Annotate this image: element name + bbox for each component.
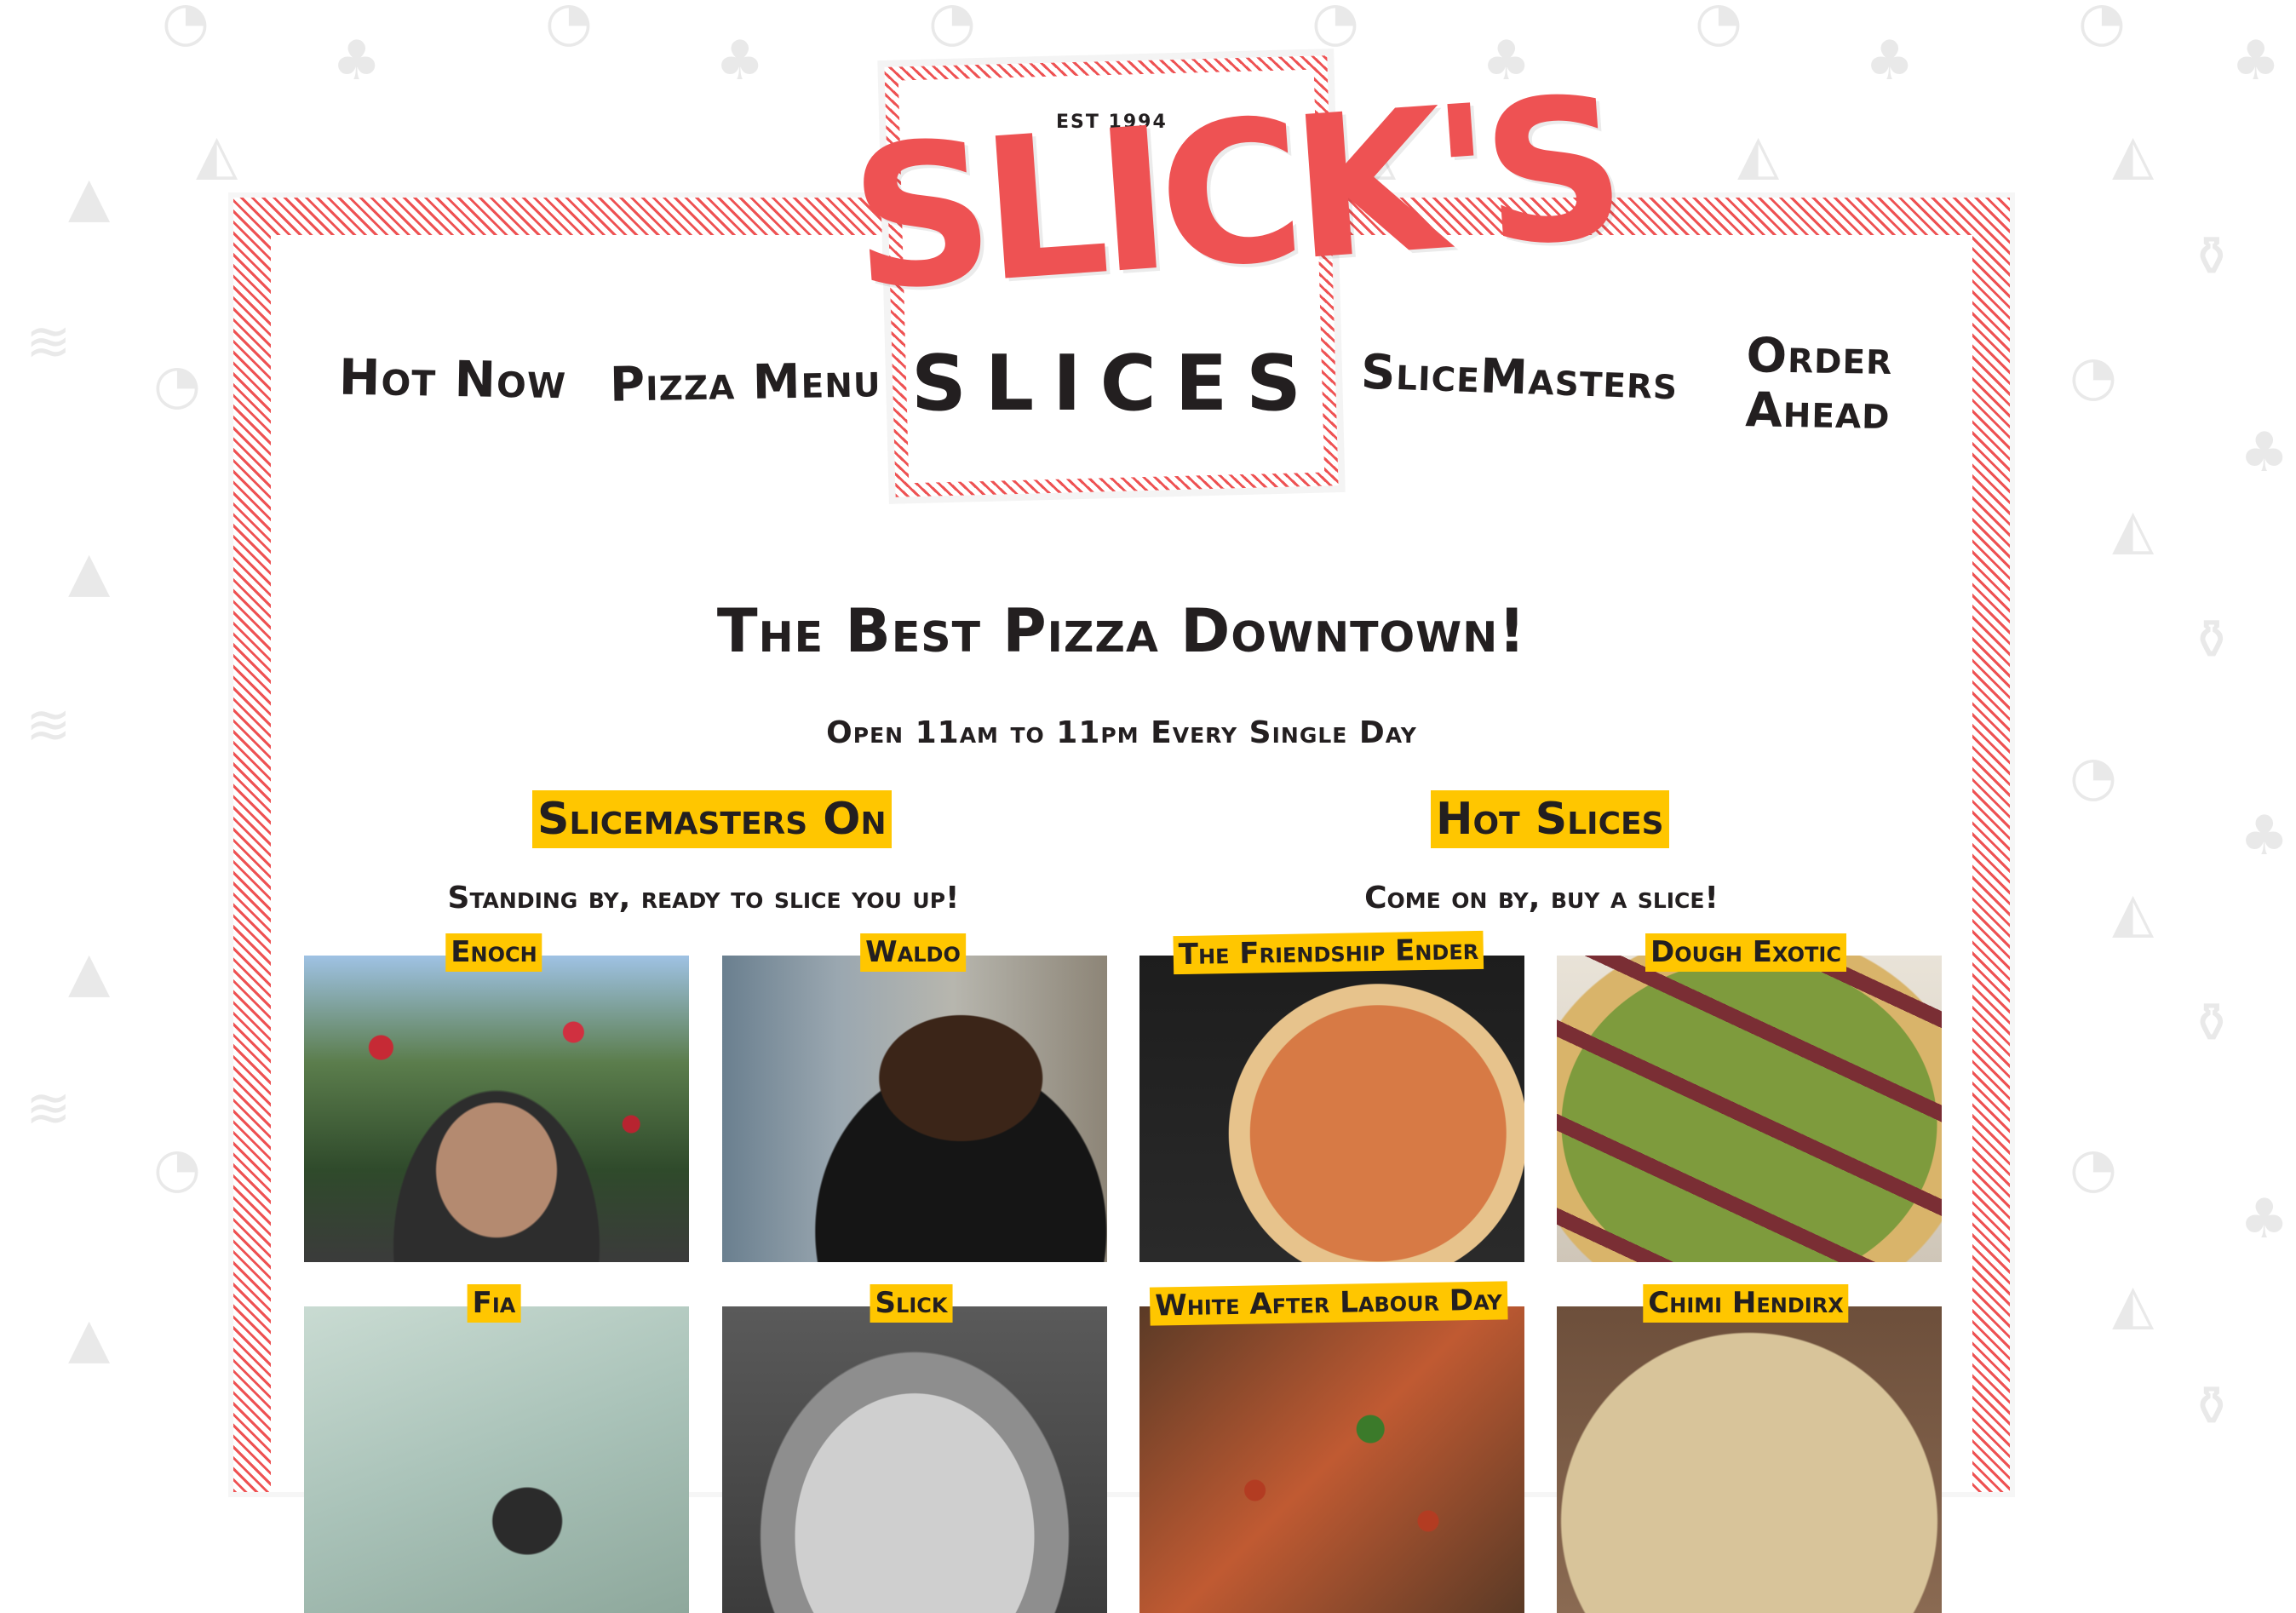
slice-icon: ▲ [68,1307,111,1370]
mushroom-icon: ♣ [715,30,765,93]
cheese-icon: ◭ [2112,1273,2155,1336]
hot-slices-heading: Hot Slices [1431,790,1669,848]
slicemaster-photo [304,956,689,1262]
slicemaster-card[interactable] [304,956,689,1262]
cheese-icon: ◭ [2112,881,2155,944]
slice-icon: ▲ [68,541,111,604]
slicemaster-name[interactable]: Fia [467,1284,521,1323]
pizza-card[interactable] [1139,1306,1524,1613]
slicemasters-heading: Slicemasters On [532,790,892,848]
pizza-icon: ◔ [1695,0,1742,54]
pizza-name[interactable]: White After Labour Day [1149,1281,1508,1326]
mushroom-icon: ♣ [1865,30,1914,93]
pizza-icon: ◔ [2069,745,2117,808]
slicemaster-card[interactable] [304,1306,689,1613]
pizza-icon: ◔ [1312,0,1359,54]
pizza-icon: ◔ [928,0,976,54]
cheese-icon: ◭ [1737,123,1780,187]
pizza-name[interactable]: The Friendship Ender [1173,930,1484,974]
pizza-icon: ◔ [162,0,210,54]
logo-name-top: SLICK'S [844,55,1622,336]
bottles-icon: ⚱ [2189,1375,2235,1438]
nav-slicemasters[interactable]: SliceMasters [1360,345,1679,411]
slicemaster-name[interactable]: Slick [870,1284,953,1323]
opening-hours: Open 11am to 11pm Every Single Day [826,715,1417,750]
mushroom-icon: ♣ [332,30,382,93]
mushroom-icon: ♣ [2231,30,2281,93]
bottles-icon: ⚱ [2189,609,2235,672]
cheese-icon: ◭ [196,123,238,187]
slicemaster-card[interactable] [722,956,1107,1262]
bacon-icon: ≋ [26,311,72,374]
nav-hot-now[interactable]: Hot Now [338,348,566,410]
slice-icon: ▲ [68,941,111,1004]
pizza-icon: ◔ [545,0,593,54]
pizza-icon: ◔ [2069,345,2117,408]
pizza-photo [1557,956,1942,1262]
slicemasters-subheading: Standing by, ready to slice you up! [447,881,960,916]
cheese-icon: ◭ [2112,123,2155,187]
mushroom-icon: ♣ [2240,805,2289,868]
pizza-icon: ◔ [2078,0,2126,54]
pizza-photo [1557,1306,1942,1613]
pizza-card[interactable] [1557,956,1942,1262]
slicemaster-name[interactable]: Enoch [445,933,542,972]
mushroom-icon: ♣ [2240,1188,2289,1251]
pizza-photo [1139,1306,1524,1613]
pizza-name[interactable]: Dough Exotic [1645,933,1846,972]
bacon-icon: ≋ [26,1077,72,1140]
slicemaster-photo [722,1306,1107,1613]
pizza-card[interactable] [1557,1306,1942,1613]
pizza-name[interactable]: Chimi Hendirx [1643,1284,1849,1323]
nav-pizza-menu[interactable]: Pizza Menu [609,353,881,413]
cheese-icon: ◭ [2112,498,2155,561]
slicemaster-name[interactable]: Waldo [860,933,966,972]
bacon-icon: ≋ [26,694,72,757]
slice-icon: ▲ [68,166,111,229]
bottles-icon: ⚱ [2189,992,2235,1055]
slicemaster-photo [722,956,1107,1262]
pizza-photo [1139,956,1524,1262]
slicemaster-photo [304,1306,689,1613]
hot-slices-subheading: Come on by, buy a slice! [1364,881,1719,916]
pizza-icon: ◔ [153,353,201,416]
bottles-icon: ⚱ [2189,226,2235,289]
logo-name-bottom: SLICES [910,339,1320,428]
nav-order-ahead[interactable]: Order Ahead [1745,328,1934,442]
pizza-icon: ◔ [153,1137,201,1200]
page-title: The Best Pizza Downtown! [716,596,1527,666]
slicemaster-card[interactable] [722,1306,1107,1613]
mushroom-icon: ♣ [2240,422,2289,485]
pizza-icon: ◔ [2069,1137,2117,1200]
pizza-card[interactable] [1139,956,1524,1262]
